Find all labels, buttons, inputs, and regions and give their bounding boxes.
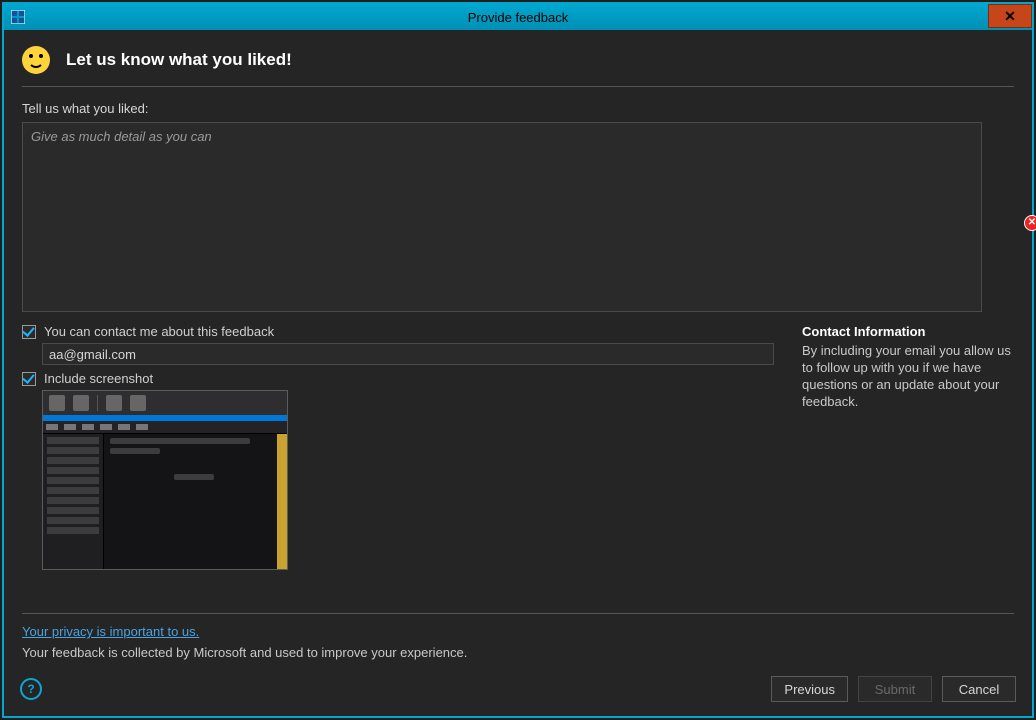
privacy-subtext: Your feedback is collected by Microsoft …: [22, 645, 1014, 660]
contact-info-body: By including your email you allow us to …: [802, 343, 1014, 411]
help-icon[interactable]: ?: [20, 678, 42, 700]
close-icon: ✕: [1004, 8, 1016, 25]
cancel-button[interactable]: Cancel: [942, 676, 1016, 702]
contact-info-title: Contact Information: [802, 324, 1014, 339]
screenshot-thumbnail[interactable]: [42, 390, 288, 570]
title-bar: Provide feedback ✕: [4, 4, 1032, 30]
email-field[interactable]: [42, 343, 774, 365]
dialog-footer: ? Previous Submit Cancel: [4, 666, 1032, 716]
previous-button[interactable]: Previous: [771, 676, 848, 702]
dialog-body: Tell us what you liked: ✕ You can contac…: [4, 87, 1032, 603]
validation-error-icon: ✕: [1024, 215, 1036, 231]
smile-icon: [22, 46, 50, 74]
dialog-heading: Let us know what you liked!: [66, 50, 292, 70]
privacy-link[interactable]: Your privacy is important to us.: [22, 624, 199, 639]
close-button[interactable]: ✕: [988, 4, 1032, 28]
contact-info-panel: Contact Information By including your em…: [802, 324, 1014, 570]
dialog-header: Let us know what you liked!: [4, 30, 1032, 86]
feedback-textarea[interactable]: [22, 122, 982, 312]
include-screenshot-label: Include screenshot: [44, 371, 153, 386]
include-screenshot-checkbox[interactable]: [22, 372, 36, 386]
dialog-client: Let us know what you liked! Tell us what…: [4, 30, 1032, 716]
window-title: Provide feedback: [4, 10, 1032, 25]
feedback-label: Tell us what you liked:: [22, 101, 1014, 116]
contact-me-checkbox[interactable]: [22, 325, 36, 339]
submit-button[interactable]: Submit: [858, 676, 932, 702]
contact-me-label: You can contact me about this feedback: [44, 324, 274, 339]
privacy-section: Your privacy is important to us. Your fe…: [4, 614, 1032, 666]
feedback-dialog: Provide feedback ✕ Let us know what you …: [2, 2, 1034, 718]
